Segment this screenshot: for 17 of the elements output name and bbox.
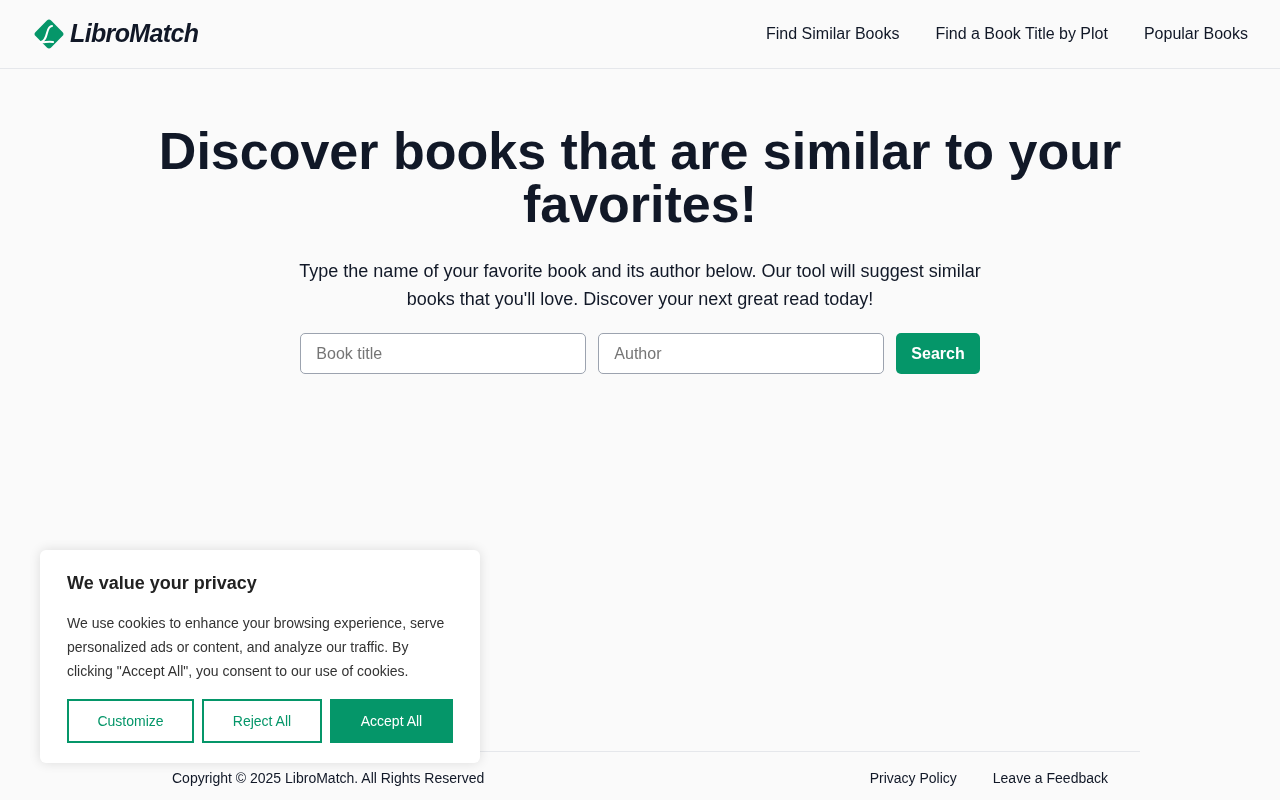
nav-link[interactable]: Find a Book Title by Plot [935, 22, 1108, 46]
hero-subtitle: Type the name of your favorite book and its author below. Our tool will suggest similar books that you'll love. Discover your next great read today! [298, 260, 982, 311]
search-field[interactable]: Author [598, 333, 885, 374]
footer-link[interactable]: Privacy Policy [869, 768, 957, 789]
search-field[interactable]: Book title [300, 333, 587, 374]
cookie-text: We use cookies to enhance your browsing experience, serve personalized ads or content, and analyze our traffic. By clicking "Accept All", you consent to our use of cookies. [67, 614, 446, 681]
cookie-title: We value your privacy [67, 572, 258, 595]
nav-link[interactable]: Popular Books [1143, 22, 1248, 46]
cookie-button[interactable]: Reject All [202, 699, 322, 743]
brand-name[interactable]: LibroMatch [70, 15, 199, 53]
footer-link[interactable]: Leave a Feedback [992, 768, 1108, 789]
hero-title: Discover books that are similar to your favorites! [157, 125, 1123, 231]
cookie-button[interactable]: Accept All [330, 699, 453, 743]
search-button[interactable]: Search [896, 333, 980, 374]
nav-link[interactable]: Find Similar Books [766, 22, 900, 46]
cookie-button[interactable]: Customize [67, 699, 194, 743]
copyright-text: Copyright © 2025 LibroMatch. All Rights Reserved [172, 769, 485, 788]
